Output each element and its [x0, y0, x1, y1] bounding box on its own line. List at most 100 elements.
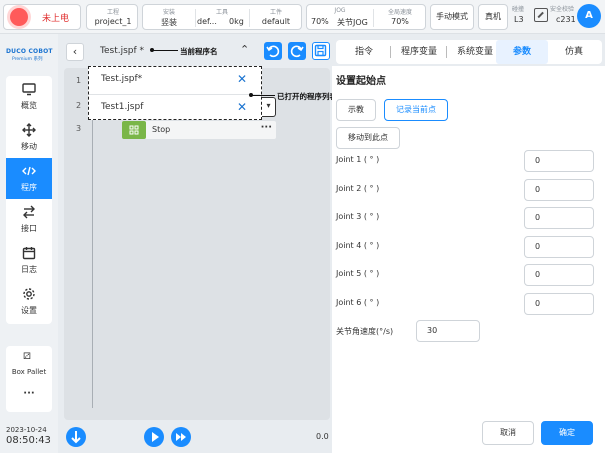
tab-system-variables[interactable]: 系统变量: [448, 40, 502, 64]
tab-program-variables[interactable]: 程序变量: [392, 40, 446, 64]
workpiece-value: default: [261, 17, 291, 26]
save-button[interactable]: [312, 42, 330, 60]
tab-commands[interactable]: 指令: [340, 40, 388, 64]
redo-icon: [290, 45, 304, 58]
monitor-icon: [22, 83, 36, 96]
nav-item-overview[interactable]: 概览: [6, 76, 52, 117]
nav-label-settings: 设置: [21, 306, 37, 315]
tab-simulation[interactable]: 仿真: [550, 40, 598, 64]
fast-forward-icon: [176, 433, 186, 441]
back-button[interactable]: ‹: [66, 43, 84, 61]
project-indicator[interactable]: 工程 project_1: [86, 4, 138, 30]
joint-6-label: Joint 6 ( ° ): [336, 298, 380, 307]
system-time: 08:50:43: [6, 435, 51, 446]
user-avatar[interactable]: A: [577, 4, 601, 28]
nav-item-interface[interactable]: 接口: [6, 199, 52, 240]
manual-mode-button[interactable]: 手动模式: [430, 4, 474, 30]
joint-speed-input[interactable]: 30: [416, 320, 480, 342]
joint-1-input[interactable]: 0: [524, 150, 594, 172]
extra-menu: ⚂ Box Pallet ···: [6, 346, 52, 412]
close-icon[interactable]: ✕: [237, 72, 247, 86]
teach-button[interactable]: 示教: [336, 99, 376, 121]
global-speed-label: 全局速度: [387, 9, 412, 16]
gear-icon: [23, 288, 35, 300]
power-button[interactable]: 未上电: [3, 4, 81, 30]
nav-item-settings[interactable]: 设置: [6, 281, 52, 322]
record-current-point-button[interactable]: 记录当前点: [384, 99, 448, 121]
close-icon[interactable]: ✕: [237, 100, 247, 114]
fast-forward-button[interactable]: [171, 427, 191, 447]
open-program-name: Test1.jspf: [101, 102, 144, 112]
nav-item-move[interactable]: 移动: [6, 117, 52, 158]
box-pallet-icon: ⚂: [23, 352, 31, 362]
tool-mass: 0kg: [229, 17, 244, 26]
chevron-up-icon[interactable]: ⌃: [240, 43, 249, 56]
brand-logo: DUCO COBOT: [6, 48, 53, 55]
step-down-button[interactable]: [66, 427, 86, 447]
line-number: 3: [76, 124, 82, 133]
safety-check-icon[interactable]: [534, 8, 548, 22]
parameters-panel: [332, 66, 605, 453]
save-icon: [314, 44, 327, 57]
workpiece-label: 工件: [269, 9, 282, 16]
tab-parameters[interactable]: 参数: [496, 40, 548, 64]
joint-5-input[interactable]: 0: [524, 264, 594, 286]
joint-4-input[interactable]: 0: [524, 236, 594, 258]
sidebar: DUCO COBOT Premium 系列 概览 移动 程序 接口 日志 设置: [0, 34, 58, 453]
joint-3-label: Joint 3 ( ° ): [336, 212, 380, 221]
joint-2-input[interactable]: 0: [524, 179, 594, 201]
system-date: 2023-10-24: [6, 426, 47, 434]
more-options-icon[interactable]: ···: [261, 122, 272, 133]
nav-label-move: 移动: [21, 142, 37, 151]
power-status-label: 未上电: [42, 14, 70, 24]
install-value: 竖装: [161, 18, 177, 27]
joint-6-input[interactable]: 0: [524, 293, 594, 315]
jog-mode: 关节JOG: [337, 18, 368, 27]
annotation-current-program: 当前程序名: [180, 47, 218, 56]
status-bar: 未上电 工程 project_1 安装 竖装 工具 def... 0kg 工件 …: [0, 0, 605, 34]
install-tool-workpiece-indicator[interactable]: 安装 竖装 工具 def... 0kg 工件 default: [142, 4, 302, 30]
global-speed-value: 70%: [391, 17, 409, 26]
stop-block-icon: [122, 121, 146, 139]
cancel-button[interactable]: 取消: [482, 421, 534, 445]
move-to-point-button[interactable]: 移动到此点: [336, 127, 400, 149]
collision-value: L3: [514, 15, 524, 24]
annotation-opened-programs: 已打开的程序列表: [277, 92, 337, 101]
box-pallet-button[interactable]: ⚂ Box Pallet: [6, 346, 52, 382]
move-icon: [22, 123, 36, 137]
annotation-line: [152, 50, 178, 51]
more-button[interactable]: ···: [6, 388, 52, 399]
tool-label: 工具: [215, 9, 228, 16]
play-button[interactable]: [144, 427, 164, 447]
collision-label: 碰撞: [512, 6, 525, 13]
code-icon: [22, 166, 36, 176]
open-program-item[interactable]: Test1.jspf ✕: [89, 95, 260, 121]
redo-button[interactable]: [288, 42, 306, 60]
jog-label: JOG: [334, 7, 346, 14]
swap-icon: [23, 205, 35, 219]
nav-item-program[interactable]: 程序: [6, 158, 52, 199]
undo-button[interactable]: [264, 42, 282, 60]
current-program-name[interactable]: Test.jspf *: [100, 46, 144, 56]
project-value: project_1: [94, 17, 132, 26]
jog-speed-indicator[interactable]: JOG 70% 关节JOG 全局速度 70%: [306, 4, 426, 30]
arrow-down-icon: [71, 431, 81, 444]
joint-3-input[interactable]: 0: [524, 207, 594, 229]
nav-item-log[interactable]: 日志: [6, 240, 52, 281]
line-number: 2: [76, 101, 82, 110]
confirm-button[interactable]: 确定: [541, 421, 593, 445]
annotation-line: [251, 95, 275, 96]
nav-label-overview: 概览: [21, 101, 37, 110]
tree-guide-line: [92, 72, 93, 408]
open-programs-dropdown: Test.jspf* ✕ Test1.jspf ✕: [88, 66, 262, 120]
joint-2-label: Joint 2 ( ° ): [336, 184, 380, 193]
tool-value: def...: [197, 17, 217, 26]
brand-subtitle: Premium 系列: [12, 57, 43, 62]
box-pallet-label: Box Pallet: [11, 368, 47, 376]
open-program-name: Test.jspf*: [101, 74, 143, 84]
chevron-down-icon[interactable]: ▾: [262, 97, 276, 117]
panel-title: 设置起始点: [336, 76, 386, 87]
open-program-item[interactable]: Test.jspf* ✕: [89, 67, 260, 93]
stop-command-block[interactable]: Stop ···: [122, 121, 276, 139]
real-machine-button[interactable]: 真机: [478, 4, 508, 30]
